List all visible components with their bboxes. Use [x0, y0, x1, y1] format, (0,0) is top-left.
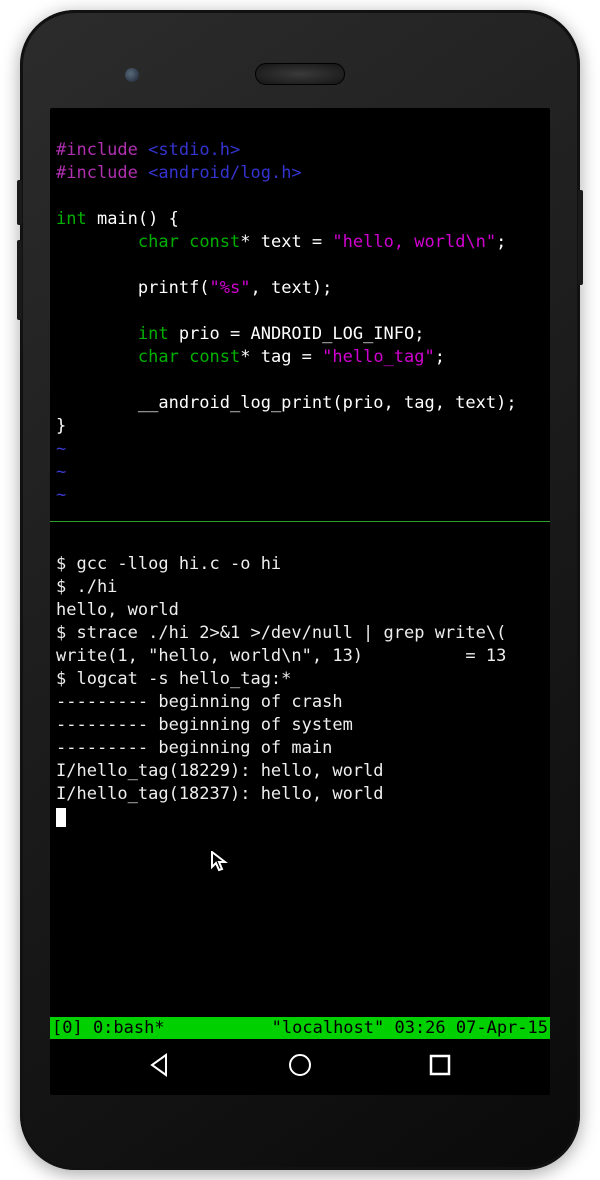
screen: #include <stdio.h> #include <android/log…	[50, 108, 550, 1095]
terminal-line: --------- beginning of crash	[56, 692, 343, 712]
phone-frame: #include <stdio.h> #include <android/log…	[20, 10, 580, 1170]
code-text: prio = ANDROID_LOG_INFO;	[169, 324, 425, 344]
circle-home-icon	[286, 1051, 314, 1079]
terminal-cursor-icon	[56, 808, 66, 827]
terminal-line: I/hello_tag(18229): hello, world	[56, 761, 384, 781]
preproc: #include	[56, 163, 138, 183]
terminal-line: --------- beginning of system	[56, 715, 353, 735]
code-text: , text);	[251, 278, 333, 298]
terminal-line: write(1, "hello, world\n", 13) = 13	[56, 646, 506, 666]
square-recent-icon	[426, 1051, 454, 1079]
android-navbar	[50, 1039, 550, 1095]
back-button[interactable]	[146, 1051, 174, 1084]
vim-empty-line: ~	[56, 439, 66, 459]
vim-empty-line: ~	[56, 462, 66, 482]
tmux-session-label: [0] 0:bash*	[52, 1017, 165, 1039]
speaker-grille-icon	[255, 63, 345, 85]
recent-apps-button[interactable]	[426, 1051, 454, 1084]
code-text: ;	[435, 347, 445, 367]
preproc: #include	[56, 140, 138, 160]
code-text: * tag =	[240, 347, 322, 367]
code-text: ;	[496, 232, 506, 252]
keyword: const	[179, 347, 240, 367]
include-target: <android/log.h>	[148, 163, 302, 183]
tmux-status-bar[interactable]: [0] 0:bash* "localhost" 03:26 07-Apr-15	[50, 1017, 550, 1039]
terminal-line: $ logcat -s hello_tag:*	[56, 669, 291, 689]
sensor-icon	[125, 68, 139, 82]
keyword: char	[138, 347, 179, 367]
vim-empty-line: ~	[56, 485, 66, 505]
include-target: <stdio.h>	[148, 140, 240, 160]
code-text: __android_log_print(prio, tag, text);	[138, 393, 517, 413]
string-literal: "hello, world\n"	[332, 232, 496, 252]
code-text: main() {	[87, 209, 179, 229]
volume-up-button[interactable]	[17, 180, 22, 225]
terminal[interactable]: $ gcc -llog hi.c -o hi $ ./hi hello, wor…	[50, 528, 550, 1017]
terminal-line: $ strace ./hi 2>&1 >/dev/null | grep wri…	[56, 623, 506, 643]
terminal-line: $ ./hi	[56, 577, 117, 597]
home-button[interactable]	[286, 1051, 314, 1084]
tmux-clock-label: "localhost" 03:26 07-Apr-15	[272, 1017, 548, 1039]
code-editor[interactable]: #include <stdio.h> #include <android/log…	[50, 108, 550, 511]
code-text: }	[56, 416, 66, 436]
string-literal: "%s"	[210, 278, 251, 298]
pane-divider[interactable]	[50, 521, 550, 522]
volume-down-button[interactable]	[17, 240, 22, 320]
terminal-line: --------- beginning of main	[56, 738, 332, 758]
terminal-line: $ gcc -llog hi.c -o hi	[56, 554, 281, 574]
terminal-line: I/hello_tag(18237): hello, world	[56, 784, 384, 804]
keyword: int	[56, 209, 87, 229]
keyword: int	[138, 324, 169, 344]
keyword: const	[179, 232, 240, 252]
keyword: char	[138, 232, 179, 252]
code-text: printf(	[138, 278, 210, 298]
power-button[interactable]	[578, 190, 583, 285]
string-literal: "hello_tag"	[322, 347, 435, 367]
triangle-back-icon	[146, 1051, 174, 1079]
mouse-pointer-icon	[210, 851, 228, 873]
terminal-line: hello, world	[56, 600, 179, 620]
code-text: * text =	[240, 232, 332, 252]
